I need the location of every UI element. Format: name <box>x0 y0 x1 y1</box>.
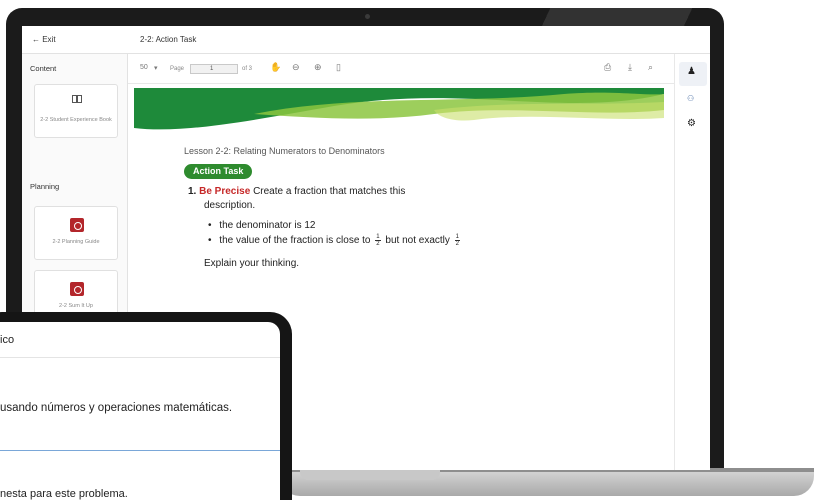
zoom-out-icon[interactable]: ⊖ <box>292 62 300 73</box>
action-task-badge: Action Task <box>184 164 253 179</box>
sidebar-item-label: 2-2 Sum It Up <box>59 303 93 309</box>
print-icon[interactable]: ⎙ <box>604 62 611 73</box>
tablet-divider <box>0 450 280 451</box>
zoom-in-icon[interactable]: ⊕ <box>314 62 322 73</box>
group-icon[interactable]: ⚇ <box>687 94 694 103</box>
person-icon[interactable]: ♟ <box>687 66 696 77</box>
search-icon[interactable]: ⌕ <box>648 62 653 73</box>
exit-link[interactable]: ← Exit <box>32 35 56 44</box>
sidebar-item-label: 2-2 Student Experience Book <box>40 117 112 123</box>
bullet-value: the value of the fraction is close to 12… <box>208 234 462 247</box>
page-count: of 3 <box>242 66 253 72</box>
sidebar-item-student-book[interactable]: 2-2 Student Experience Book <box>34 84 118 138</box>
hand-tool-icon[interactable]: ✋ <box>270 62 281 73</box>
download-icon[interactable]: ⤓ <box>628 62 632 73</box>
tablet-title: ico <box>0 334 15 346</box>
bullet-text: the denominator is 12 <box>219 220 316 231</box>
gear-icon[interactable]: ⚙ <box>687 118 696 129</box>
breadcrumb: 2-2: Action Task <box>140 35 197 44</box>
fraction-one-half: 12 <box>454 234 461 247</box>
resource-icon <box>70 282 84 296</box>
camera <box>365 14 370 19</box>
lesson-title: Lesson 2-2: Relating Numerators to Denom… <box>184 146 385 156</box>
question-line: 1. Be Precise Create a fraction that mat… <box>188 186 405 197</box>
viewer-toolbar: 50 ▾ Page 1 of 3 ✋ ⊖ ⊕ ▯ ⎙ ⤓ ⌕ <box>128 54 710 84</box>
fit-page-icon[interactable]: ▯ <box>336 62 341 73</box>
question-line-2: description. <box>204 200 256 211</box>
tablet-prompt: usando números y operaciones matemáticas… <box>0 402 233 414</box>
question-keyword: Be Precise <box>199 186 251 197</box>
sidebar-item-planning-guide[interactable]: 2-2 Planning Guide <box>34 206 118 260</box>
resource-icon <box>70 218 84 232</box>
book-icon <box>72 95 82 103</box>
tablet-header: ico <box>0 322 280 358</box>
bullet-denominator: the denominator is 12 <box>208 220 315 231</box>
top-bar: ← Exit 2-2: Action Task <box>22 26 710 54</box>
page-input[interactable]: 1 <box>210 66 213 72</box>
green-wave-banner <box>134 88 664 130</box>
question-text: Create a fraction that matches this <box>253 186 406 197</box>
tablet-screen: ico usando números y operaciones matemát… <box>0 322 280 500</box>
fraction-one-half: 12 <box>375 234 381 247</box>
tablet-answer-label: nesta para este problema. <box>0 488 128 500</box>
laptop-notch <box>300 470 440 480</box>
sidebar-heading-planning: Planning <box>30 182 60 191</box>
question-number: 1. <box>188 186 197 197</box>
sidebar-item-label: 2-2 Planning Guide <box>52 239 100 245</box>
bullet-text: but not exactly <box>385 235 450 247</box>
explain-text: Explain your thinking. <box>204 258 300 269</box>
page-navigator[interactable] <box>190 64 238 74</box>
page-label: Page <box>170 66 185 72</box>
sidebar-heading-content: Content <box>30 64 57 73</box>
right-rail: ♟ ⚇ ⚙ <box>674 54 710 470</box>
chevron-down-icon[interactable]: ▾ <box>154 64 158 72</box>
bullet-text: the value of the fraction is close to <box>219 235 371 247</box>
zoom-value[interactable]: 50 <box>140 64 148 71</box>
